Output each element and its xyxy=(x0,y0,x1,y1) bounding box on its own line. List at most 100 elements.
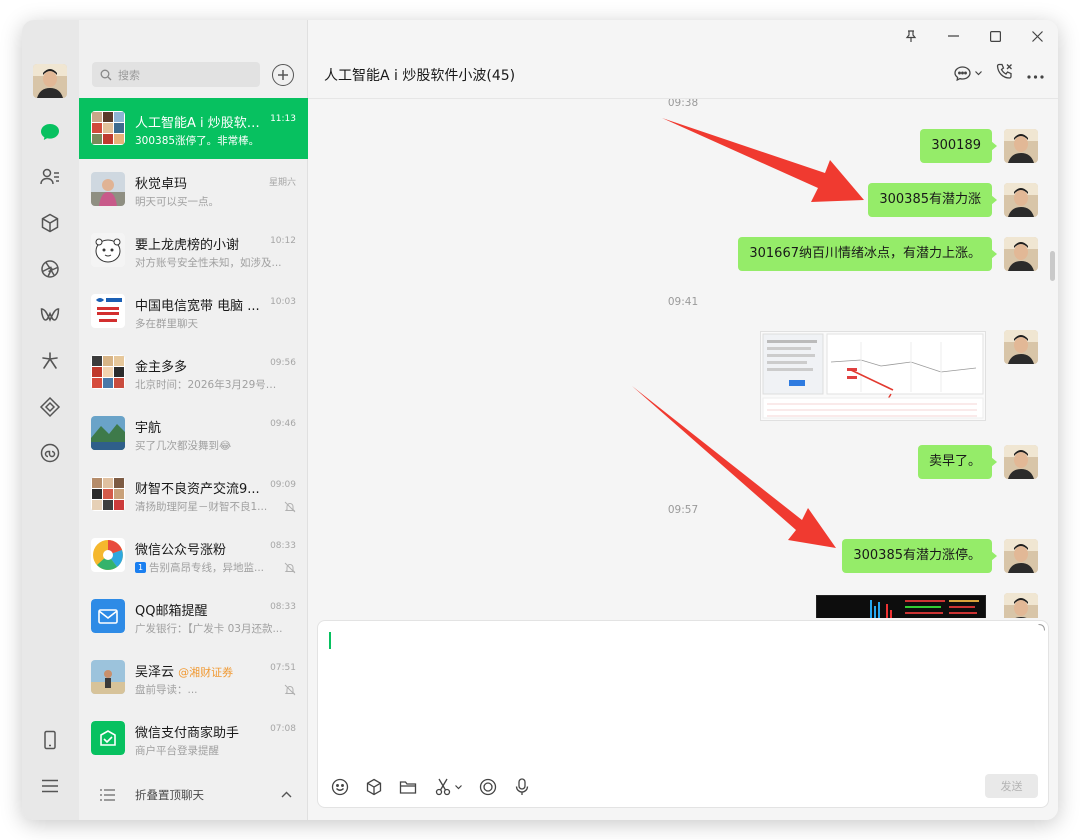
favorites-send-button[interactable] xyxy=(364,777,384,797)
chat-preview: 多在群里聊天 xyxy=(135,318,198,330)
chat-bubble-dropdown-button[interactable] xyxy=(954,66,982,81)
folder-icon xyxy=(399,781,417,794)
chat-preview: 清扬助理阿星－财智不良1... xyxy=(135,501,268,513)
chat-preview: 广发银行：【广发卡 03月还款... xyxy=(135,623,283,635)
chat-item-wechat-pay[interactable]: 微信支付商家助手 07:08 商户平台登录提醒 xyxy=(79,708,308,769)
phone-call-icon xyxy=(996,63,1012,79)
chat-preview: 300385涨停了。非常棒。 xyxy=(135,135,260,147)
chevron-up-icon xyxy=(281,791,292,798)
contact-avatar xyxy=(91,660,125,694)
chat-item-qq-mail[interactable]: QQ邮箱提醒 08:33 广发银行：【广发卡 03月还款... xyxy=(79,586,308,647)
close-button[interactable] xyxy=(1016,20,1058,52)
channels-button[interactable] xyxy=(478,777,498,797)
emoji-button[interactable] xyxy=(330,777,350,797)
chat-name: 宇航 xyxy=(135,421,162,436)
sender-avatar xyxy=(1004,330,1038,364)
sender-avatar xyxy=(1004,183,1038,217)
chat-list-panel: 搜索 人工智能A ⅰ 炒股软件小波(45) 11:13 300385涨停了。非常… xyxy=(79,20,308,820)
message-compose-box[interactable]: 发送 xyxy=(317,620,1049,808)
chat-time: 09:46 xyxy=(270,419,296,429)
voice-input-button[interactable] xyxy=(512,777,532,797)
mute-bell-icon xyxy=(284,562,296,574)
chat-title: 人工智能A ⅰ 炒股软件小波(45) xyxy=(324,68,516,84)
microphone-icon xyxy=(515,778,529,795)
favorites-icon[interactable] xyxy=(38,211,62,235)
contact-avatar xyxy=(91,416,125,450)
phone-icon[interactable] xyxy=(38,728,62,752)
message-bubble[interactable]: 300189 xyxy=(920,129,997,163)
message-list[interactable]: 09:38 300189 300385有潜力涨 301667纳百川情绪冰点，有潜… xyxy=(308,98,1058,618)
minimize-icon xyxy=(947,35,959,37)
chat-preview: 买了几次都没舞到😂 xyxy=(135,440,232,452)
message-bubble[interactable]: 301667纳百川情绪冰点，有潜力上涨。 xyxy=(738,237,997,271)
search-placeholder: 搜索 xyxy=(118,68,140,82)
minimize-button[interactable] xyxy=(932,20,974,52)
close-icon xyxy=(1031,30,1043,42)
unread-badge: 1 xyxy=(135,562,146,573)
resize-corner-icon xyxy=(1038,624,1045,631)
chat-preview: 盘前导读：... xyxy=(135,684,198,696)
chat-item-ai-stock-group[interactable]: 人工智能A ⅰ 炒股软件小波(45) 11:13 300385涨停了。非常棒。 xyxy=(79,98,308,159)
search-discover-icon[interactable] xyxy=(38,349,62,373)
more-icon xyxy=(1027,75,1044,79)
user-avatar[interactable] xyxy=(33,64,67,98)
pin-icon xyxy=(905,29,917,42)
screenshot-image-message[interactable] xyxy=(760,331,986,421)
moments-icon[interactable] xyxy=(38,257,62,281)
miniapp-link-icon[interactable] xyxy=(38,441,62,465)
screenshot-button[interactable] xyxy=(432,777,464,797)
target-icon xyxy=(479,778,497,796)
mini-programs-icon[interactable] xyxy=(38,395,62,419)
message-bubble[interactable]: 卖早了。 xyxy=(917,445,998,479)
more-options-button[interactable] xyxy=(1027,64,1044,83)
chat-preview: 北京时间：2026年3月29号到... xyxy=(135,379,285,391)
send-file-button[interactable] xyxy=(398,777,418,797)
pin-window-button[interactable] xyxy=(890,20,932,52)
text-caret xyxy=(329,632,331,649)
wechat-pay-avatar xyxy=(91,721,125,755)
channels-icon[interactable] xyxy=(38,303,62,327)
maximize-button[interactable] xyxy=(974,20,1016,52)
mail-avatar xyxy=(91,599,125,633)
chat-preview: 商户平台登录提醒 xyxy=(135,745,219,757)
chat-item-china-telecom[interactable]: 中国电信宽带 电脑 ... 10:03 多在群里聊天 xyxy=(79,281,308,342)
contact-avatar xyxy=(91,233,125,267)
chat-item-wuzeyun[interactable]: 吴泽云 @湘财证券 07:51 盘前导读：... xyxy=(79,647,308,708)
fold-label: 折叠置顶聊天 xyxy=(135,788,204,802)
chats-icon[interactable] xyxy=(38,120,62,144)
chat-time: 星期六 xyxy=(268,178,296,188)
search-input[interactable]: 搜索 xyxy=(92,62,260,87)
menu-icon[interactable] xyxy=(38,774,62,798)
chevron-down-icon xyxy=(975,71,982,76)
message-bubble[interactable]: 300385有潜力涨 xyxy=(868,183,997,217)
mute-bell-icon xyxy=(284,684,296,696)
chevron-down-icon xyxy=(454,784,462,789)
chat-time: 09:56 xyxy=(270,358,296,368)
chat-name: 金主多多 xyxy=(135,360,188,375)
chat-item-yuhang[interactable]: 宇航 09:46 买了几次都没舞到😂 xyxy=(79,403,308,464)
sender-avatar xyxy=(1004,593,1038,618)
call-button[interactable] xyxy=(996,63,1013,84)
timestamp: 09:38 xyxy=(667,98,699,109)
chat-item-xiaoxie[interactable]: 要上龙虎榜的小谢 10:12 对方账号安全性未知，如涉及... xyxy=(79,220,308,281)
cube-icon xyxy=(366,778,382,796)
fold-pinned-chats[interactable]: 折叠置顶聊天 xyxy=(79,777,308,813)
contacts-icon[interactable] xyxy=(38,165,62,189)
scissors-icon xyxy=(435,778,450,796)
stock-chart-image-message[interactable] xyxy=(816,595,986,618)
chat-name: 财智不良资产交流9... xyxy=(135,482,260,497)
chat-item-official-accounts[interactable]: 微信公众号涨粉 08:33 1 告别高昂专线，异地监... xyxy=(79,525,308,586)
contact-avatar xyxy=(91,172,125,206)
chat-item-caizhi[interactable]: 财智不良资产交流9... 09:09 清扬助理阿星－财智不良1... xyxy=(79,464,308,525)
chat-name: QQ邮箱提醒 xyxy=(135,604,208,619)
chat-time: 11:13 xyxy=(270,114,296,124)
chat-name: 人工智能A ⅰ 炒股软件小波(45) xyxy=(135,116,263,131)
send-button[interactable]: 发送 xyxy=(985,774,1038,798)
chat-item-jinzhu[interactable]: 金主多多 09:56 北京时间：2026年3月29号到... xyxy=(79,342,308,403)
list-icon xyxy=(100,789,115,801)
chat-item-qiujue[interactable]: 秋觉卓玛 星期六 明天可以买一点。 xyxy=(79,159,308,220)
message-bubble[interactable]: 300385有潜力涨停。 xyxy=(842,539,997,573)
chat-bubble-icon xyxy=(954,66,971,81)
add-button[interactable] xyxy=(272,64,294,86)
scrollbar-thumb[interactable] xyxy=(1050,251,1055,281)
